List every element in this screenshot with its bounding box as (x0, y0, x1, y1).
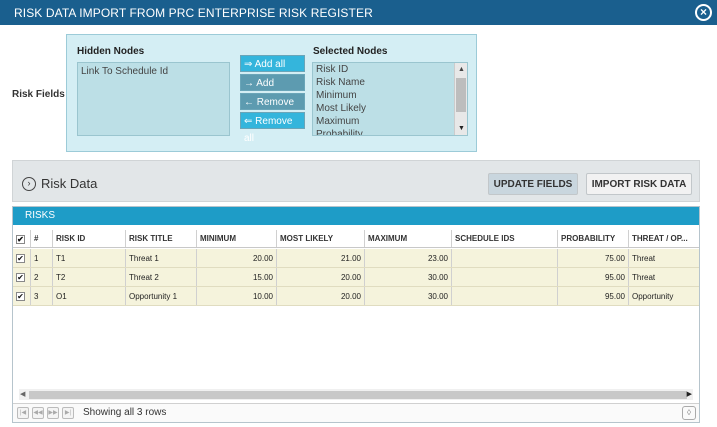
probability-cell[interactable]: 95.00 (558, 268, 629, 286)
schedule-ids-cell[interactable] (452, 268, 558, 286)
column-header[interactable]: RISK ID (53, 230, 126, 247)
risk-title-cell[interactable]: Threat 2 (126, 268, 197, 286)
row-number: 2 (31, 268, 53, 286)
schedule-ids-cell[interactable] (452, 287, 558, 305)
horizontal-scrollbar[interactable]: ◀ ▶ (19, 389, 693, 400)
grid-pager: |◀ ◀◀ ▶▶ ▶| Showing all 3 rows ◊ (13, 403, 699, 422)
risk-fields-label: Risk Fields (12, 89, 65, 100)
select-all-cell[interactable]: ✔ (13, 230, 31, 247)
select-all-checkbox[interactable]: ✔ (16, 235, 25, 244)
dialog-titlebar: RISK DATA IMPORT FROM PRC ENTERPRISE RIS… (0, 0, 717, 25)
selected-node-item[interactable]: Probability (313, 128, 467, 135)
column-header[interactable]: MINIMUM (197, 230, 277, 247)
dialog-title: RISK DATA IMPORT FROM PRC ENTERPRISE RIS… (14, 6, 373, 20)
threat-type-cell[interactable]: Threat (629, 249, 699, 267)
selected-nodes-list[interactable]: Risk ID Risk Name Minimum Most Likely Ma… (312, 62, 468, 136)
row-checkbox-cell[interactable]: ✔ (13, 287, 31, 305)
grid-caption: RISKS (13, 207, 699, 225)
column-header[interactable]: RISK TITLE (126, 230, 197, 247)
prev-page-icon[interactable]: ◀◀ (32, 407, 44, 419)
lightbulb-icon[interactable]: ◊ (682, 406, 696, 420)
row-number: 1 (31, 249, 53, 267)
minimum-cell[interactable]: 20.00 (197, 249, 277, 267)
risk-data-toolbar: › Risk Data UPDATE FIELDS IMPORT RISK DA… (12, 160, 700, 202)
table-row[interactable]: ✔ 2 T2 Threat 2 15.00 20.00 30.00 95.00 … (13, 268, 699, 287)
risks-grid: RISKS ✔ # RISK ID RISK TITLE MINIMUM MOS… (12, 206, 700, 423)
column-header[interactable]: SCHEDULE IDS (452, 230, 558, 247)
import-risk-data-button[interactable]: IMPORT RISK DATA (586, 173, 692, 195)
minimum-cell[interactable]: 15.00 (197, 268, 277, 286)
maximum-cell[interactable]: 23.00 (365, 249, 452, 267)
row-number: 3 (31, 287, 53, 305)
hidden-node-item[interactable]: Link To Schedule Id (81, 66, 226, 77)
table-row[interactable]: ✔ 1 T1 Threat 1 20.00 21.00 23.00 75.00 … (13, 249, 699, 268)
scrollbar-thumb[interactable] (456, 78, 466, 112)
most-likely-cell[interactable]: 20.00 (277, 268, 365, 286)
risk-title-cell[interactable]: Threat 1 (126, 249, 197, 267)
selected-nodes-title: Selected Nodes (313, 46, 388, 57)
remove-button[interactable]: ← Remove (240, 93, 305, 110)
row-checkbox[interactable]: ✔ (16, 273, 25, 282)
column-header[interactable]: PROBABILITY (558, 230, 629, 247)
hidden-nodes-title: Hidden Nodes (77, 46, 145, 57)
table-row[interactable]: ✔ 3 O1 Opportunity 1 10.00 20.00 30.00 9… (13, 287, 699, 306)
most-likely-cell[interactable]: 21.00 (277, 249, 365, 267)
grid-header-row: ✔ # RISK ID RISK TITLE MINIMUM MOST LIKE… (13, 230, 699, 248)
risk-id-cell[interactable]: T2 (53, 268, 126, 286)
scroll-up-icon[interactable]: ▲ (458, 66, 465, 73)
remove-all-button[interactable]: ⇐ Remove all (240, 112, 305, 144)
selected-node-item[interactable]: Minimum (313, 89, 467, 102)
selected-nodes-scrollbar[interactable]: ▲ ▼ (454, 63, 467, 135)
row-checkbox-cell[interactable]: ✔ (13, 268, 31, 286)
selected-node-item[interactable]: Risk Name (313, 76, 467, 89)
row-checkbox-cell[interactable]: ✔ (13, 249, 31, 267)
selected-node-item[interactable]: Maximum (313, 115, 467, 128)
fields-panel: Hidden Nodes Link To Schedule Id ⇒ Add a… (66, 34, 477, 152)
update-fields-button[interactable]: UPDATE FIELDS (488, 173, 578, 195)
row-checkbox[interactable]: ✔ (16, 292, 25, 301)
scroll-down-icon[interactable]: ▼ (458, 125, 465, 132)
add-button[interactable]: → Add (240, 74, 305, 91)
most-likely-cell[interactable]: 20.00 (277, 287, 365, 305)
selected-node-item[interactable]: Risk ID (313, 63, 467, 76)
close-icon[interactable]: × (695, 4, 712, 21)
risk-id-cell[interactable]: O1 (53, 287, 126, 305)
probability-cell[interactable]: 95.00 (558, 287, 629, 305)
first-page-icon[interactable]: |◀ (17, 407, 29, 419)
column-header[interactable]: MOST LIKELY (277, 230, 365, 247)
add-all-button[interactable]: ⇒ Add all (240, 55, 305, 72)
column-header[interactable]: # (31, 230, 53, 247)
maximum-cell[interactable]: 30.00 (365, 287, 452, 305)
probability-cell[interactable]: 75.00 (558, 249, 629, 267)
minimum-cell[interactable]: 10.00 (197, 287, 277, 305)
hidden-nodes-list[interactable]: Link To Schedule Id (77, 62, 230, 136)
risk-data-title: Risk Data (41, 176, 98, 191)
selected-node-item[interactable]: Most Likely (313, 102, 467, 115)
risk-title-cell[interactable]: Opportunity 1 (126, 287, 197, 305)
expand-chevron-icon[interactable]: › (22, 177, 36, 191)
column-header[interactable]: THREAT / OP... (629, 230, 699, 247)
column-header[interactable]: MAXIMUM (365, 230, 452, 247)
horizontal-scrollbar-thumb[interactable] (29, 391, 687, 399)
scroll-left-icon[interactable]: ◀ (20, 389, 25, 400)
last-page-icon[interactable]: ▶| (62, 407, 74, 419)
threat-type-cell[interactable]: Threat (629, 268, 699, 286)
risk-id-cell[interactable]: T1 (53, 249, 126, 267)
row-count-status: Showing all 3 rows (83, 407, 167, 418)
next-page-icon[interactable]: ▶▶ (47, 407, 59, 419)
scroll-right-icon[interactable]: ▶ (687, 389, 692, 400)
threat-type-cell[interactable]: Opportunity (629, 287, 699, 305)
schedule-ids-cell[interactable] (452, 249, 558, 267)
row-checkbox[interactable]: ✔ (16, 254, 25, 263)
maximum-cell[interactable]: 30.00 (365, 268, 452, 286)
